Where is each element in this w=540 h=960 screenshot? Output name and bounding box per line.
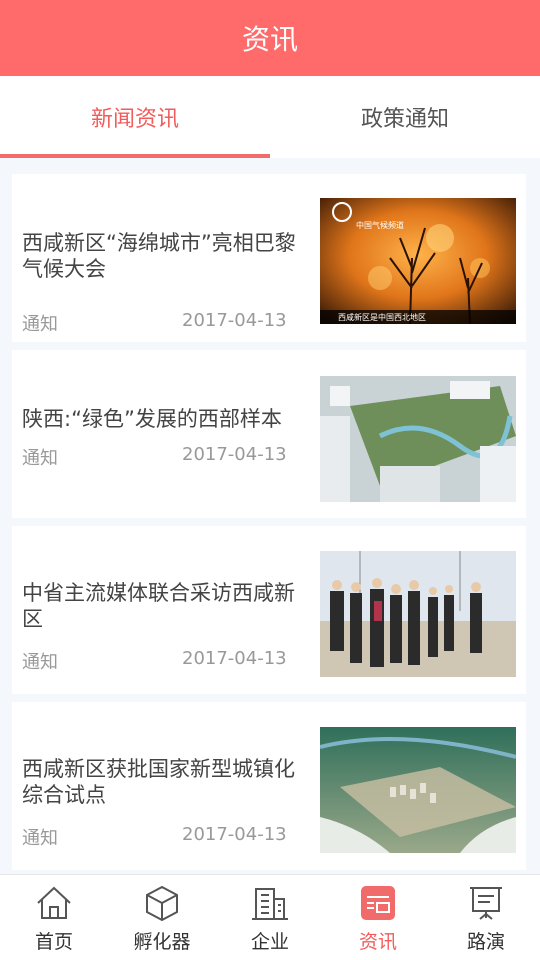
news-item[interactable]: 中省主流媒体联合采访西咸新区 通知 2017-04-13 — [12, 526, 526, 694]
news-thumbnail: 中国气候频道 西咸新区是中国西北地区 — [320, 198, 516, 324]
nav-roadshow[interactable]: 路演 — [432, 875, 540, 960]
nav-news[interactable]: 资讯 — [324, 875, 432, 960]
news-tag: 通知 — [22, 828, 58, 849]
news-title: 陕西:“绿色”发展的西部样本 — [22, 407, 282, 431]
news-date: 2017-04-13 — [182, 310, 287, 331]
nav-enterprise-label: 企业 — [250, 931, 289, 953]
news-icon — [361, 886, 395, 920]
nav-home-label: 首页 — [34, 931, 73, 953]
news-item[interactable]: 陕西:“绿色”发展的西部样本 通知 2017-04-13 — [12, 350, 526, 518]
nav-news-label: 资讯 — [358, 931, 397, 953]
news-item[interactable]: 西咸新区“海绵城市”亮相巴黎气候大会 通知 2017-04-13 中国气候频道 … — [12, 174, 526, 342]
tab-policy-label: 政策通知 — [360, 107, 449, 132]
news-date: 2017-04-13 — [182, 444, 287, 465]
news-tag: 通知 — [22, 652, 58, 673]
thumbnail-logo-text: 中国气候频道 — [356, 220, 404, 230]
app-header: 资讯 — [0, 0, 540, 76]
page-title: 资讯 — [241, 23, 298, 56]
tab-news-label: 新闻资讯 — [90, 107, 179, 132]
news-tag: 通知 — [22, 314, 58, 335]
building-icon — [252, 888, 288, 920]
nav-roadshow-label: 路演 — [466, 931, 505, 953]
tab-news[interactable]: 新闻资讯 — [0, 76, 270, 158]
nav-enterprise[interactable]: 企业 — [216, 875, 324, 960]
tab-policy[interactable]: 政策通知 — [270, 76, 540, 158]
cube-icon — [146, 885, 178, 922]
nav-home[interactable]: 首页 — [0, 875, 108, 960]
news-thumbnail — [320, 727, 516, 853]
news-title: 西咸新区获批国家新型城镇化综合试点 — [22, 757, 295, 807]
nav-incubator-label: 孵化器 — [133, 931, 191, 953]
presentation-icon — [470, 887, 502, 920]
thumbnail-caption-text: 西咸新区是中国西北地区 — [338, 312, 426, 322]
news-list[interactable]: 西咸新区“海绵城市”亮相巴黎气候大会 通知 2017-04-13 中国气候频道 … — [0, 158, 540, 874]
news-tag: 通知 — [22, 448, 58, 469]
news-item[interactable]: 西咸新区获批国家新型城镇化综合试点 通知 2017-04-13 — [12, 702, 526, 870]
bottom-nav: 首页 孵化器 企业 资讯 路演 — [0, 874, 540, 960]
news-date: 2017-04-13 — [182, 824, 287, 845]
nav-incubator[interactable]: 孵化器 — [108, 875, 216, 960]
news-title: 中省主流媒体联合采访西咸新区 — [22, 581, 295, 631]
tab-bar: 新闻资讯 政策通知 — [0, 76, 540, 158]
news-title: 西咸新区“海绵城市”亮相巴黎气候大会 — [22, 231, 296, 281]
news-thumbnail — [320, 376, 516, 502]
news-date: 2017-04-13 — [182, 648, 287, 669]
home-icon — [37, 886, 71, 919]
news-thumbnail — [320, 551, 516, 677]
